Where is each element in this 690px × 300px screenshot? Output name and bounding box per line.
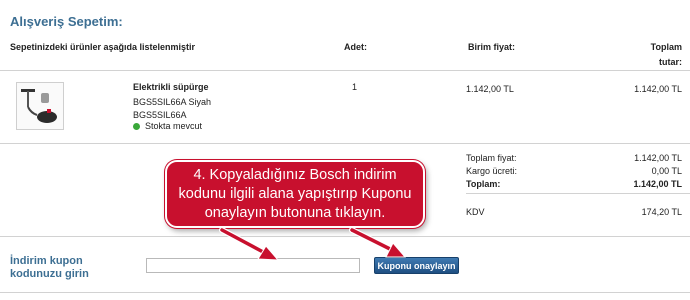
total-header: Toplam tutar: (651, 42, 682, 67)
cart-title: Alışveriş Sepetim: (10, 14, 123, 29)
instruction-text: 4. Kopyaladığınız Bosch indirim kodunu i… (178, 166, 412, 221)
product-desc-line2: BGS5SIL66A (133, 110, 187, 120)
product-desc-line1: BGS5SIL66A Siyah (133, 97, 212, 107)
total-label: Toplam: (466, 179, 501, 189)
instruction-callout: 4. Kopyaladığınız Bosch indirim kodunu i… (165, 160, 425, 228)
shipping-label: Kargo ücreti: (466, 166, 518, 176)
confirm-coupon-button[interactable]: Kuponu onaylayın (374, 257, 459, 274)
coupon-label: İndirim kupon kodunuzu girin (10, 255, 89, 281)
product-quantity: 1 (352, 82, 358, 92)
product-image[interactable] (16, 82, 64, 130)
quantity-header: Adet: (344, 42, 367, 52)
shipping-value: 0,00 TL (651, 166, 682, 176)
stock-status: Stokta mevcut (145, 121, 203, 131)
coupon-label-line1: İndirim kupon (10, 255, 83, 267)
unit-price-header: Birim fiyat: (468, 42, 516, 52)
arrow-to-button-icon (349, 227, 407, 258)
product-total: 1.142,00 TL (634, 84, 682, 94)
divider (0, 70, 690, 71)
total-header-line2: tutar: (659, 57, 682, 67)
coupon-label-line2: kodunuzu girin (10, 268, 89, 280)
vat-value: 174,20 TL (641, 207, 682, 217)
arrow-to-input-icon (219, 227, 280, 261)
total-header-line1: Toplam (650, 42, 682, 52)
divider (0, 236, 690, 237)
product-name[interactable]: Elektrikli süpürge (133, 82, 209, 92)
divider (466, 193, 690, 194)
vacuum-cleaner-icon (21, 89, 57, 123)
divider (0, 292, 690, 293)
coupon-code-input[interactable] (146, 258, 360, 273)
cart-intro: Sepetinizdeki ürünler aşağıda listelenmi… (10, 42, 196, 52)
subtotal-value: 1.142,00 TL (634, 153, 682, 163)
subtotal-label: Toplam fiyat: (466, 153, 517, 163)
vat-label: KDV (466, 207, 485, 217)
total-value: 1.142,00 TL (633, 179, 682, 189)
product-unit-price: 1.142,00 TL (466, 84, 514, 94)
divider (0, 143, 690, 144)
stock-status-icon (133, 123, 140, 130)
